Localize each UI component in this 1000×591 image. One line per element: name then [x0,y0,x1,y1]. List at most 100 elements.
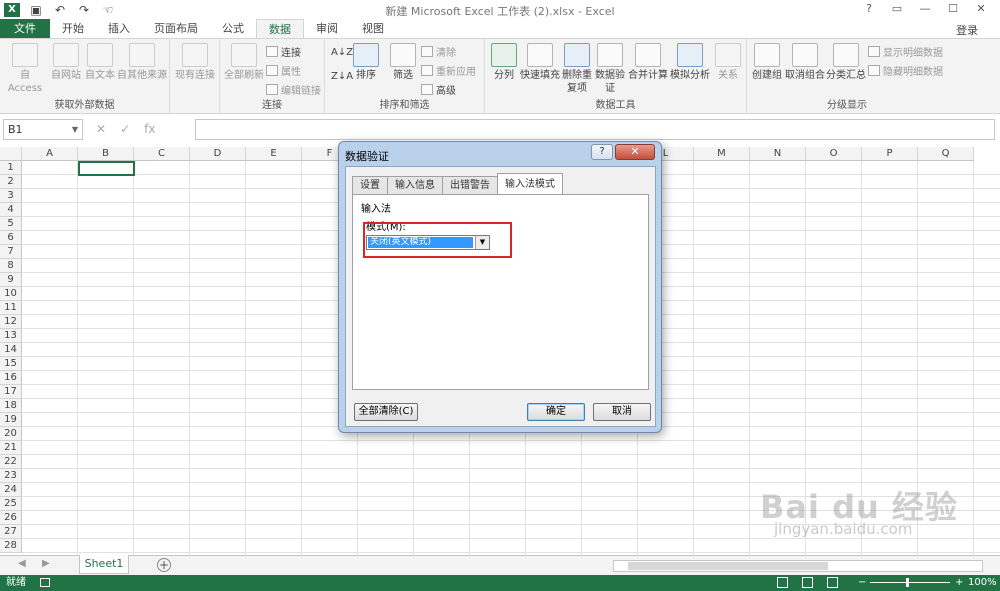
row-header[interactable]: 13 [0,329,22,343]
edit-links-button[interactable]: 编辑链接 [266,82,321,97]
tab-page-layout[interactable]: 页面布局 [142,19,210,39]
sort-descending-button[interactable]: Z↓A [331,71,353,82]
text-to-columns-button[interactable]: 分列 [489,43,519,82]
filter-button[interactable]: 筛选 [388,43,418,82]
touch-mode-icon[interactable]: ☜ [100,3,116,17]
tab-view[interactable]: 视图 [350,19,396,39]
column-header[interactable]: B [78,147,134,161]
row-header[interactable]: 12 [0,315,22,329]
row-header[interactable]: 20 [0,427,22,441]
row-header[interactable]: 8 [0,259,22,273]
redo-icon[interactable]: ↷ [76,3,92,17]
column-header[interactable]: O [806,147,862,161]
group-button[interactable]: 创建组 [750,43,784,82]
from-access-button[interactable]: 自 Access [3,43,47,95]
page-layout-view-icon[interactable] [802,577,813,588]
row-header[interactable]: 11 [0,301,22,315]
cancel-button[interactable]: 取消 [593,403,651,421]
row-header[interactable]: 7 [0,245,22,259]
row-header[interactable]: 3 [0,189,22,203]
row-header[interactable]: 26 [0,511,22,525]
tab-input-method-mode[interactable]: 输入法模式 [497,173,563,194]
tab-file[interactable]: 文件 [0,19,50,39]
subtotal-button[interactable]: 分类汇总 [826,43,866,82]
zoom-slider[interactable] [870,582,950,583]
row-header[interactable]: 5 [0,217,22,231]
tab-error-alert[interactable]: 出错警告 [442,176,498,194]
row-header[interactable]: 16 [0,371,22,385]
sort-ascending-button[interactable]: A↓Z [331,47,353,58]
row-header[interactable]: 25 [0,497,22,511]
close-button[interactable]: ✕ [970,0,992,18]
column-header[interactable]: C [134,147,190,161]
row-header[interactable]: 17 [0,385,22,399]
name-box[interactable]: B1 ▼ [3,119,83,140]
tab-formulas[interactable]: 公式 [210,19,256,39]
tab-data[interactable]: 数据 [256,19,304,39]
row-header[interactable]: 9 [0,273,22,287]
from-text-button[interactable]: 自文本 [84,43,116,82]
ungroup-button[interactable]: 取消组合 [784,43,826,82]
row-header[interactable]: 27 [0,525,22,539]
row-header[interactable]: 6 [0,231,22,245]
refresh-all-button[interactable]: 全部刷新 [223,43,265,82]
insert-function-icon[interactable]: fx [144,119,155,140]
horizontal-scrollbar[interactable] [613,560,983,572]
hide-detail-button[interactable]: 隐藏明细数据 [868,63,943,78]
macro-record-icon[interactable] [40,578,50,587]
row-header[interactable]: 22 [0,455,22,469]
row-header[interactable]: 15 [0,357,22,371]
row-header[interactable]: 21 [0,441,22,455]
clear-all-button[interactable]: 全部清除(C) [354,403,418,421]
from-web-button[interactable]: 自网站 [50,43,82,82]
tab-home[interactable]: 开始 [50,19,96,39]
row-header[interactable]: 1 [0,161,22,175]
what-if-analysis-button[interactable]: 模拟分析 [669,43,711,82]
tab-insert[interactable]: 插入 [96,19,142,39]
dialog-close-button[interactable]: ✕ [615,144,655,160]
sort-button[interactable]: 排序 [352,43,380,82]
row-header[interactable]: 14 [0,343,22,357]
zoom-slider-thumb[interactable] [906,578,909,587]
row-header[interactable]: 23 [0,469,22,483]
prev-sheet-icon[interactable]: ◀ [18,558,26,569]
enter-entry-icon[interactable]: ✓ [120,119,130,140]
row-header[interactable]: 28 [0,539,22,553]
remove-duplicates-button[interactable]: 删除重复项 [562,43,592,95]
show-detail-button[interactable]: 显示明细数据 [868,44,943,59]
row-header[interactable]: 10 [0,287,22,301]
save-icon[interactable]: ▣ [28,3,44,17]
undo-icon[interactable]: ↶ [52,3,68,17]
reapply-button[interactable]: 重新应用 [421,63,476,78]
login-link[interactable]: 登录 [956,22,978,38]
row-header[interactable]: 24 [0,483,22,497]
help-icon[interactable]: ? [858,0,880,18]
tab-input-message[interactable]: 输入信息 [387,176,443,194]
ribbon-display-icon[interactable]: ▭ [886,0,908,18]
dialog-help-button[interactable]: ? [591,144,613,160]
zoom-in-button[interactable]: + [955,575,963,591]
column-header[interactable]: E [246,147,302,161]
data-validation-button[interactable]: 数据验证 [594,43,626,95]
row-header[interactable]: 18 [0,399,22,413]
column-header[interactable]: D [190,147,246,161]
scrollbar-thumb[interactable] [628,562,828,570]
advanced-filter-button[interactable]: 高级 [421,82,456,97]
consolidate-button[interactable]: 合并计算 [628,43,668,82]
zoom-out-button[interactable]: − [858,575,866,591]
row-header[interactable]: 4 [0,203,22,217]
column-header[interactable]: A [22,147,78,161]
row-header[interactable]: 2 [0,175,22,189]
tab-settings[interactable]: 设置 [352,176,388,194]
page-break-view-icon[interactable] [827,577,838,588]
flash-fill-button[interactable]: 快速填充 [519,43,561,82]
existing-connections-button[interactable]: 现有连接 [174,43,216,82]
normal-view-icon[interactable] [777,577,788,588]
column-header[interactable]: N [750,147,806,161]
from-other-sources-button[interactable]: 自其他来源 [117,43,167,82]
add-sheet-button[interactable]: + [157,558,171,572]
next-sheet-icon[interactable]: ▶ [42,558,50,569]
selected-cell[interactable] [78,161,135,176]
formula-input[interactable] [195,119,995,140]
zoom-level[interactable]: 100% [968,575,997,591]
